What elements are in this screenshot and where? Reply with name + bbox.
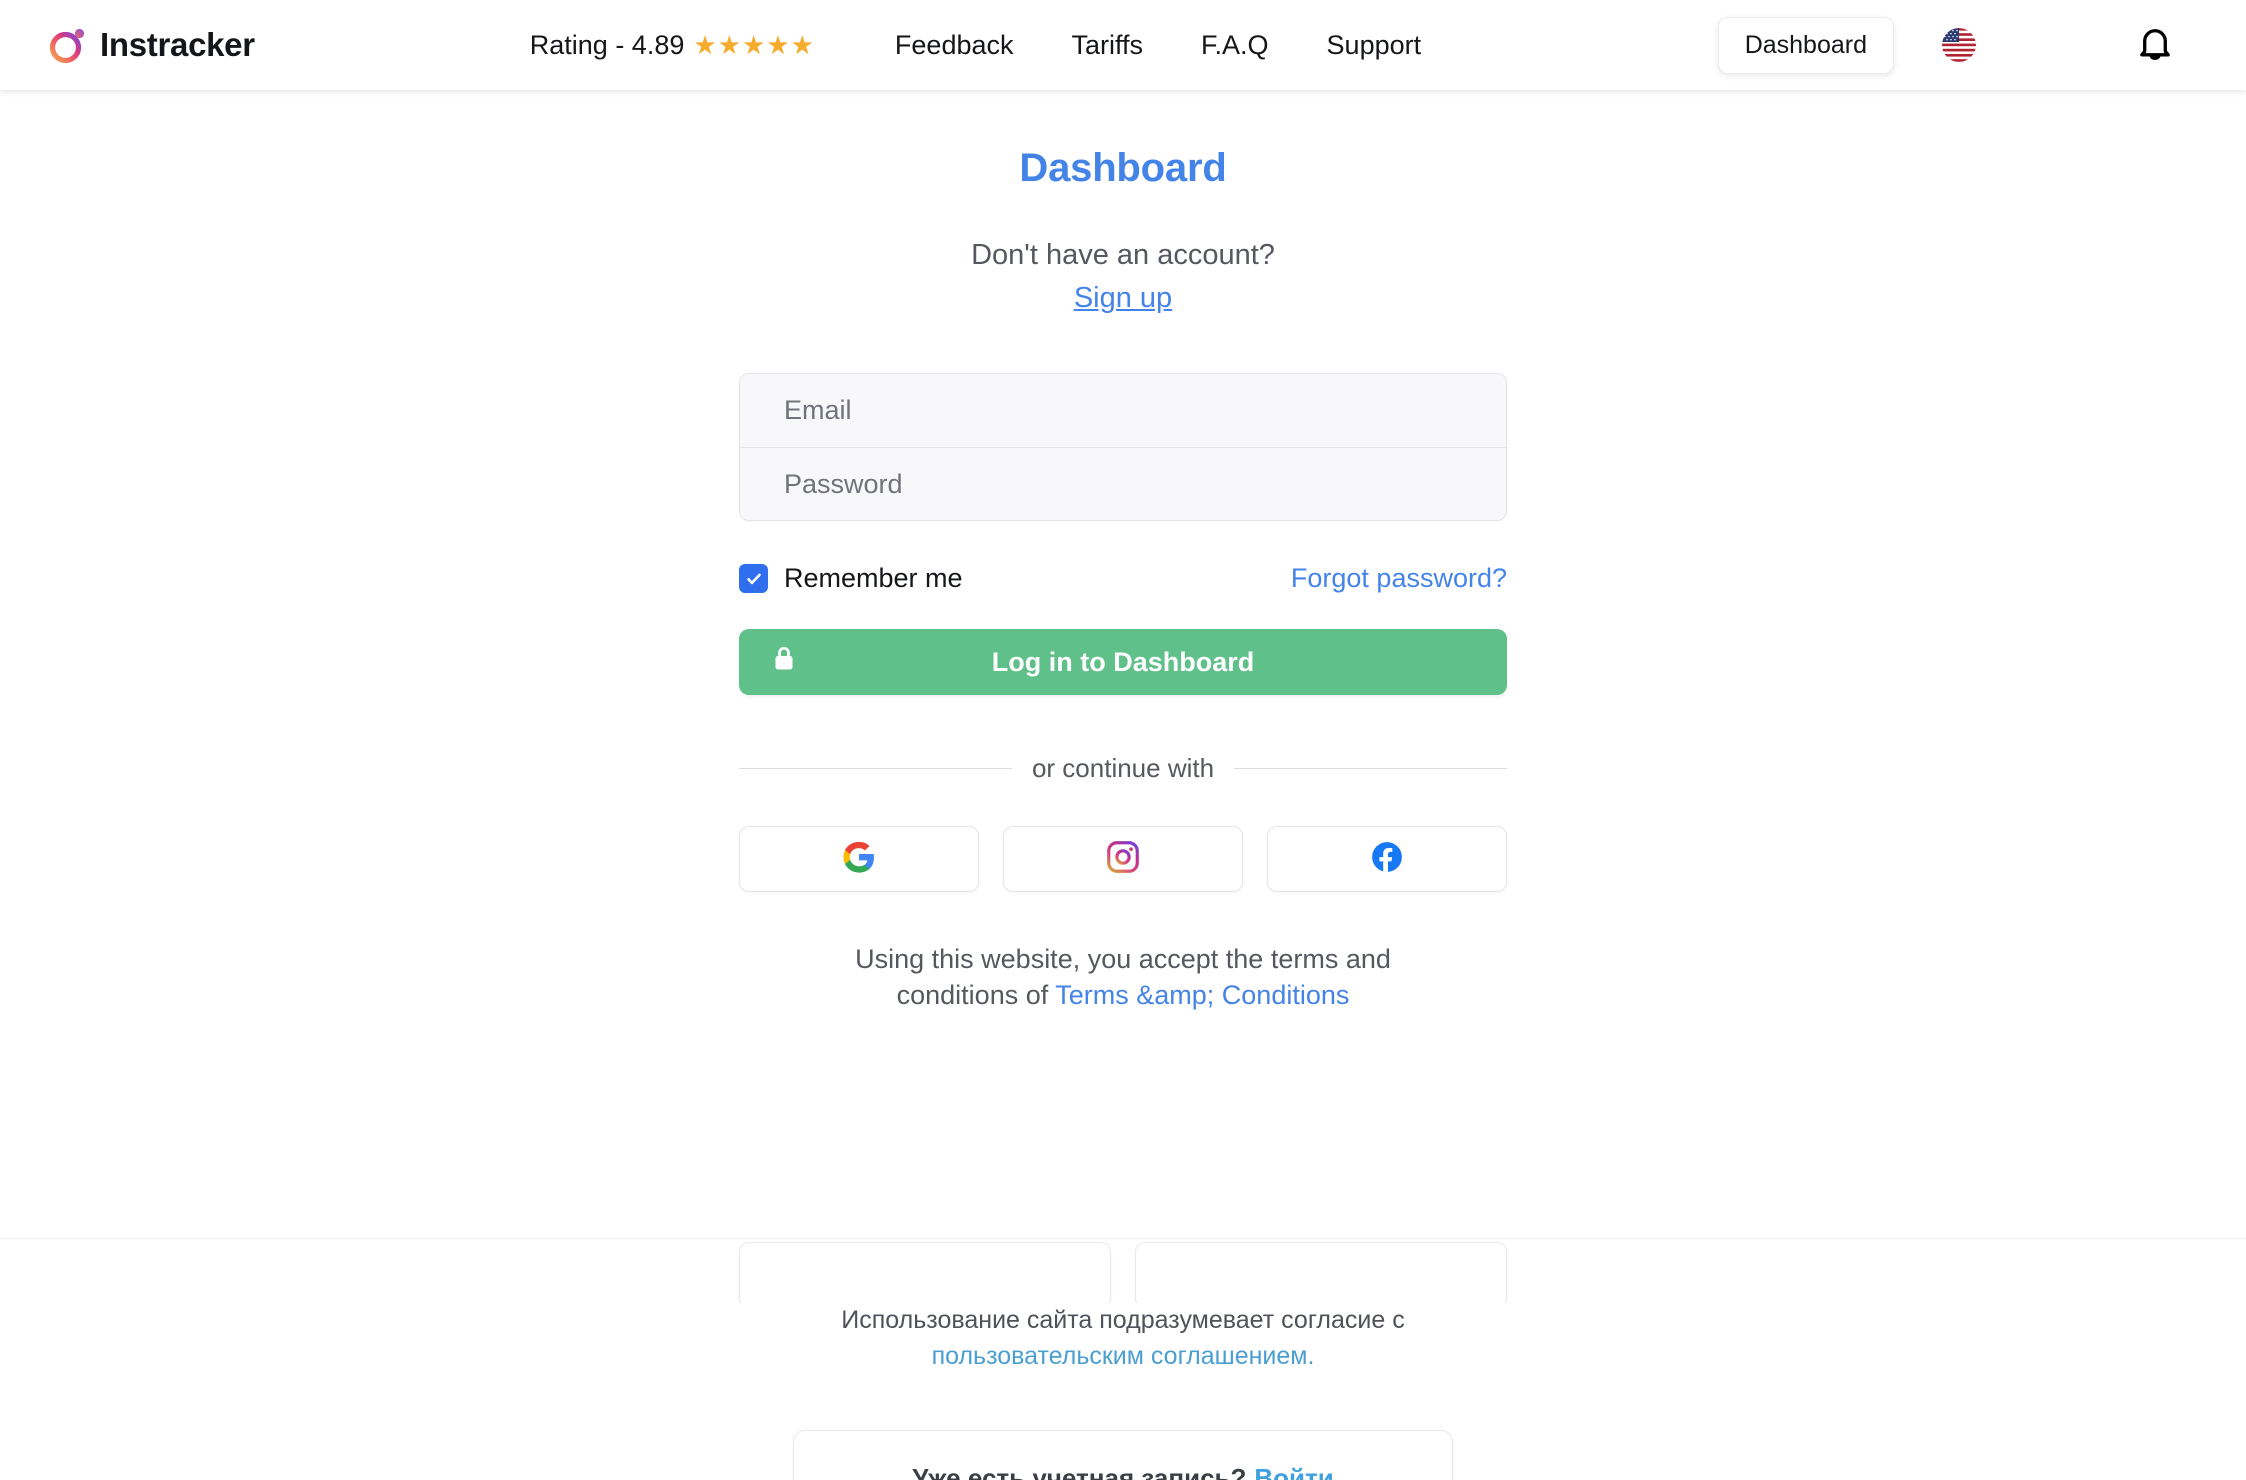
russian-footer-section: Использование сайта подразумевает соглас… bbox=[0, 1303, 2246, 1480]
brand-logo[interactable]: Instracker bbox=[48, 25, 255, 65]
ru-login-link[interactable]: Войти bbox=[1254, 1463, 1333, 1480]
nav-link-tariffs[interactable]: Tariffs bbox=[1043, 30, 1173, 61]
remember-me-label: Remember me bbox=[784, 563, 963, 593]
forgot-password-link[interactable]: Forgot password? bbox=[1291, 563, 1507, 594]
main-nav: Rating - 4.89 ★ ★ ★ ★ ★ Feedback Tariffs F.A… bbox=[530, 30, 1450, 61]
password-input[interactable] bbox=[740, 447, 1506, 520]
instagram-login-button[interactable] bbox=[1003, 826, 1243, 892]
terms-text: Using this website, you accept the terms… bbox=[813, 942, 1433, 1014]
social-login-row bbox=[739, 826, 1507, 892]
page-title: Dashboard bbox=[1019, 146, 1227, 190]
dashboard-button[interactable]: Dashboard bbox=[1717, 16, 1894, 74]
rating-stars-icon: ★ ★ ★ ★ ★ bbox=[693, 30, 814, 60]
email-input[interactable] bbox=[740, 374, 1506, 447]
form-options-row: Remember me Forgot password? bbox=[739, 563, 1507, 594]
login-page: Dashboard Don't have an account? Sign up… bbox=[0, 90, 2246, 1480]
bell-icon[interactable] bbox=[2136, 24, 2174, 66]
social-divider: or continue with bbox=[739, 753, 1508, 784]
credentials-group bbox=[739, 373, 1507, 521]
login-form: Remember me Forgot password? Log in to D… bbox=[739, 373, 1508, 1014]
terms-conditions-link[interactable]: Terms &amp; Conditions bbox=[1055, 980, 1349, 1010]
header-actions: Dashboard bbox=[1717, 0, 2246, 90]
section-divider bbox=[0, 1238, 2246, 1239]
no-account-text: Don't have an account? bbox=[971, 239, 1275, 271]
ru-agreement-link[interactable]: пользовательским соглашением. bbox=[932, 1342, 1315, 1370]
brand-name: Instracker bbox=[100, 26, 255, 63]
nav-link-faq[interactable]: F.A.Q bbox=[1172, 30, 1298, 61]
signup-link[interactable]: Sign up bbox=[1074, 282, 1172, 315]
clipped-social-row bbox=[739, 1242, 1507, 1308]
facebook-login-button[interactable] bbox=[1267, 826, 1507, 892]
us-flag-icon[interactable] bbox=[1942, 28, 1976, 62]
ru-consent-line1: Использование сайта подразумевает соглас… bbox=[841, 1306, 1405, 1334]
rating-display: Rating - 4.89 ★ ★ ★ ★ ★ bbox=[530, 30, 814, 61]
ru-consent-text: Использование сайта подразумевает соглас… bbox=[841, 1303, 1404, 1374]
google-login-button[interactable] bbox=[739, 826, 979, 892]
instagram-icon bbox=[1105, 839, 1141, 880]
remember-me-toggle[interactable]: Remember me bbox=[739, 563, 963, 594]
ru-have-account-card[interactable]: Уже есть учетная запись? Войти bbox=[793, 1430, 1453, 1480]
google-icon bbox=[842, 840, 876, 879]
rating-label: Rating - 4.89 bbox=[529, 29, 685, 60]
nav-link-feedback[interactable]: Feedback bbox=[866, 30, 1043, 61]
divider-line-right bbox=[1234, 768, 1508, 769]
ru-have-account-text: Уже есть учетная запись? bbox=[912, 1462, 1247, 1480]
top-header: Instracker Rating - 4.89 ★ ★ ★ ★ ★ Feedback … bbox=[0, 0, 2246, 90]
login-button-label: Log in to Dashboard bbox=[991, 646, 1255, 677]
remember-me-checkbox[interactable] bbox=[739, 564, 768, 593]
clipped-social-button bbox=[739, 1242, 1111, 1308]
clipped-social-button bbox=[1135, 1242, 1507, 1308]
facebook-icon bbox=[1370, 840, 1404, 879]
nav-link-support[interactable]: Support bbox=[1298, 30, 1451, 61]
lock-icon bbox=[772, 645, 796, 680]
divider-text: or continue with bbox=[1031, 753, 1215, 783]
instracker-ring-logo-icon bbox=[48, 25, 88, 65]
divider-line-left bbox=[739, 768, 1012, 769]
login-button[interactable]: Log in to Dashboard bbox=[739, 629, 1507, 695]
